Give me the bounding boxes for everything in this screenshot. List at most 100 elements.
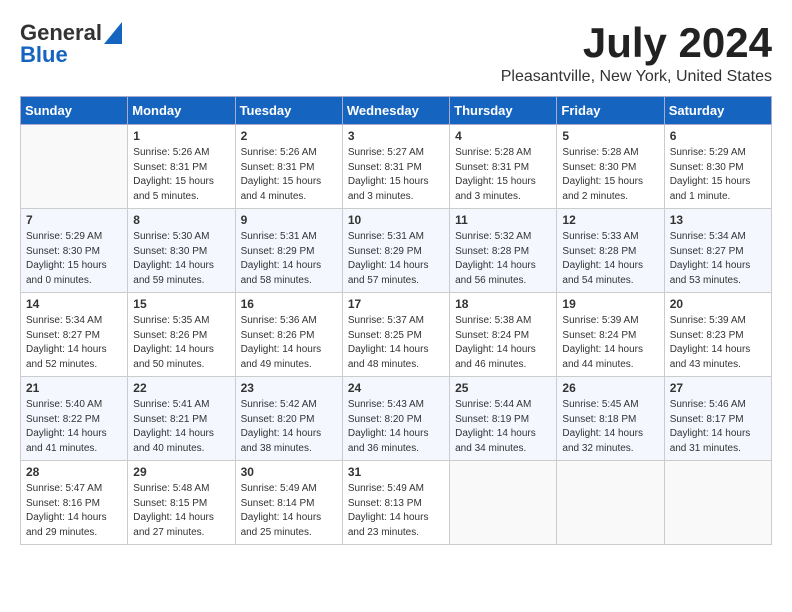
calendar-cell: 25 Sunrise: 5:44 AM Sunset: 8:19 PM Dayli… — [450, 377, 557, 461]
cell-sun-info: Sunrise: 5:41 AM Sunset: 8:21 PM Dayligh… — [133, 398, 229, 456]
cell-sun-info: Sunrise: 5:48 AM Sunset: 8:15 PM Dayligh… — [133, 482, 229, 540]
day-number: 29 — [133, 465, 229, 479]
day-number: 5 — [562, 129, 658, 143]
cell-sun-info: Sunrise: 5:28 AM Sunset: 8:30 PM Dayligh… — [562, 146, 658, 204]
day-number: 26 — [562, 381, 658, 395]
calendar-table: SundayMondayTuesdayWednesdayThursdayFrid… — [20, 96, 772, 545]
calendar-cell: 12 Sunrise: 5:33 AM Sunset: 8:28 PM Dayli… — [557, 209, 664, 293]
day-number: 23 — [241, 381, 337, 395]
cell-sun-info: Sunrise: 5:39 AM Sunset: 8:24 PM Dayligh… — [562, 314, 658, 372]
calendar-cell: 30 Sunrise: 5:49 AM Sunset: 8:14 PM Dayli… — [235, 461, 342, 545]
calendar-cell: 23 Sunrise: 5:42 AM Sunset: 8:20 PM Dayli… — [235, 377, 342, 461]
calendar-cell: 19 Sunrise: 5:39 AM Sunset: 8:24 PM Dayli… — [557, 293, 664, 377]
day-number: 31 — [348, 465, 444, 479]
calendar-week-row: 28Sunrise: 5:47 AM Sunset: 8:16 PM Dayli… — [21, 461, 772, 545]
cell-sun-info: Sunrise: 5:26 AM Sunset: 8:31 PM Dayligh… — [241, 146, 337, 204]
cell-sun-info: Sunrise: 5:34 AM Sunset: 8:27 PM Dayligh… — [26, 314, 122, 372]
calendar-cell — [664, 461, 771, 545]
calendar-cell: 24Sunrise: 5:43 AM Sunset: 8:20 PM Dayli… — [342, 377, 449, 461]
calendar-cell — [557, 461, 664, 545]
day-of-week-header: Monday — [128, 97, 235, 125]
cell-sun-info: Sunrise: 5:39 AM Sunset: 8:23 PM Dayligh… — [670, 314, 766, 372]
calendar-cell: 1 Sunrise: 5:26 AM Sunset: 8:31 PM Daylig… — [128, 125, 235, 209]
calendar-week-row: 1 Sunrise: 5:26 AM Sunset: 8:31 PM Daylig… — [21, 125, 772, 209]
cell-sun-info: Sunrise: 5:36 AM Sunset: 8:26 PM Dayligh… — [241, 314, 337, 372]
cell-sun-info: Sunrise: 5:44 AM Sunset: 8:19 PM Dayligh… — [455, 398, 551, 456]
day-number: 10 — [348, 213, 444, 227]
month-year-title: July 2024 — [501, 20, 772, 66]
calendar-cell: 2 Sunrise: 5:26 AM Sunset: 8:31 PM Daylig… — [235, 125, 342, 209]
cell-sun-info: Sunrise: 5:42 AM Sunset: 8:20 PM Dayligh… — [241, 398, 337, 456]
title-block: July 2024 Pleasantville, New York, Unite… — [501, 20, 772, 86]
day-number: 17 — [348, 297, 444, 311]
day-of-week-header: Saturday — [664, 97, 771, 125]
day-number: 4 — [455, 129, 551, 143]
day-number: 19 — [562, 297, 658, 311]
calendar-week-row: 7 Sunrise: 5:29 AM Sunset: 8:30 PM Daylig… — [21, 209, 772, 293]
cell-sun-info: Sunrise: 5:49 AM Sunset: 8:14 PM Dayligh… — [241, 482, 337, 540]
calendar-cell: 31 Sunrise: 5:49 AM Sunset: 8:13 PM Dayli… — [342, 461, 449, 545]
calendar-cell: 5 Sunrise: 5:28 AM Sunset: 8:30 PM Daylig… — [557, 125, 664, 209]
calendar-cell: 28Sunrise: 5:47 AM Sunset: 8:16 PM Dayli… — [21, 461, 128, 545]
calendar-cell: 6 Sunrise: 5:29 AM Sunset: 8:30 PM Daylig… — [664, 125, 771, 209]
calendar-header-row: SundayMondayTuesdayWednesdayThursdayFrid… — [21, 97, 772, 125]
calendar-cell: 22 Sunrise: 5:41 AM Sunset: 8:21 PM Dayli… — [128, 377, 235, 461]
day-number: 28 — [26, 465, 122, 479]
day-number: 11 — [455, 213, 551, 227]
day-number: 21 — [26, 381, 122, 395]
calendar-week-row: 14 Sunrise: 5:34 AM Sunset: 8:27 PM Dayli… — [21, 293, 772, 377]
calendar-cell: 29 Sunrise: 5:48 AM Sunset: 8:15 PM Dayli… — [128, 461, 235, 545]
calendar-cell: 16 Sunrise: 5:36 AM Sunset: 8:26 PM Dayli… — [235, 293, 342, 377]
calendar-cell: 14 Sunrise: 5:34 AM Sunset: 8:27 PM Dayli… — [21, 293, 128, 377]
calendar-cell: 9Sunrise: 5:31 AM Sunset: 8:29 PM Daylig… — [235, 209, 342, 293]
cell-sun-info: Sunrise: 5:34 AM Sunset: 8:27 PM Dayligh… — [670, 230, 766, 288]
day-number: 16 — [241, 297, 337, 311]
cell-sun-info: Sunrise: 5:46 AM Sunset: 8:17 PM Dayligh… — [670, 398, 766, 456]
day-number: 6 — [670, 129, 766, 143]
calendar-cell: 18 Sunrise: 5:38 AM Sunset: 8:24 PM Dayli… — [450, 293, 557, 377]
calendar-cell: 10Sunrise: 5:31 AM Sunset: 8:29 PM Dayli… — [342, 209, 449, 293]
cell-sun-info: Sunrise: 5:38 AM Sunset: 8:24 PM Dayligh… — [455, 314, 551, 372]
calendar-cell — [450, 461, 557, 545]
calendar-cell: 13Sunrise: 5:34 AM Sunset: 8:27 PM Dayli… — [664, 209, 771, 293]
cell-sun-info: Sunrise: 5:37 AM Sunset: 8:25 PM Dayligh… — [348, 314, 444, 372]
day-number: 30 — [241, 465, 337, 479]
day-number: 25 — [455, 381, 551, 395]
day-number: 2 — [241, 129, 337, 143]
day-of-week-header: Sunday — [21, 97, 128, 125]
calendar-cell: 20Sunrise: 5:39 AM Sunset: 8:23 PM Dayli… — [664, 293, 771, 377]
cell-sun-info: Sunrise: 5:49 AM Sunset: 8:13 PM Dayligh… — [348, 482, 444, 540]
calendar-cell: 8Sunrise: 5:30 AM Sunset: 8:30 PM Daylig… — [128, 209, 235, 293]
page-header: General Blue July 2024 Pleasantville, Ne… — [20, 20, 772, 86]
day-of-week-header: Wednesday — [342, 97, 449, 125]
day-number: 27 — [670, 381, 766, 395]
day-number: 18 — [455, 297, 551, 311]
calendar-cell: 3Sunrise: 5:27 AM Sunset: 8:31 PM Daylig… — [342, 125, 449, 209]
logo-arrow-icon — [104, 22, 122, 44]
cell-sun-info: Sunrise: 5:29 AM Sunset: 8:30 PM Dayligh… — [26, 230, 122, 288]
cell-sun-info: Sunrise: 5:26 AM Sunset: 8:31 PM Dayligh… — [133, 146, 229, 204]
day-of-week-header: Thursday — [450, 97, 557, 125]
day-of-week-header: Friday — [557, 97, 664, 125]
day-of-week-header: Tuesday — [235, 97, 342, 125]
cell-sun-info: Sunrise: 5:33 AM Sunset: 8:28 PM Dayligh… — [562, 230, 658, 288]
logo: General Blue — [20, 20, 122, 68]
calendar-cell — [21, 125, 128, 209]
calendar-cell: 15Sunrise: 5:35 AM Sunset: 8:26 PM Dayli… — [128, 293, 235, 377]
day-number: 14 — [26, 297, 122, 311]
day-number: 22 — [133, 381, 229, 395]
calendar-cell: 11 Sunrise: 5:32 AM Sunset: 8:28 PM Dayli… — [450, 209, 557, 293]
day-number: 7 — [26, 213, 122, 227]
cell-sun-info: Sunrise: 5:29 AM Sunset: 8:30 PM Dayligh… — [670, 146, 766, 204]
calendar-cell: 27 Sunrise: 5:46 AM Sunset: 8:17 PM Dayli… — [664, 377, 771, 461]
cell-sun-info: Sunrise: 5:32 AM Sunset: 8:28 PM Dayligh… — [455, 230, 551, 288]
day-number: 12 — [562, 213, 658, 227]
calendar-cell: 21Sunrise: 5:40 AM Sunset: 8:22 PM Dayli… — [21, 377, 128, 461]
day-number: 24 — [348, 381, 444, 395]
day-number: 15 — [133, 297, 229, 311]
calendar-cell: 7 Sunrise: 5:29 AM Sunset: 8:30 PM Daylig… — [21, 209, 128, 293]
day-number: 1 — [133, 129, 229, 143]
calendar-cell: 17 Sunrise: 5:37 AM Sunset: 8:25 PM Dayli… — [342, 293, 449, 377]
day-number: 3 — [348, 129, 444, 143]
calendar-cell: 4Sunrise: 5:28 AM Sunset: 8:31 PM Daylig… — [450, 125, 557, 209]
